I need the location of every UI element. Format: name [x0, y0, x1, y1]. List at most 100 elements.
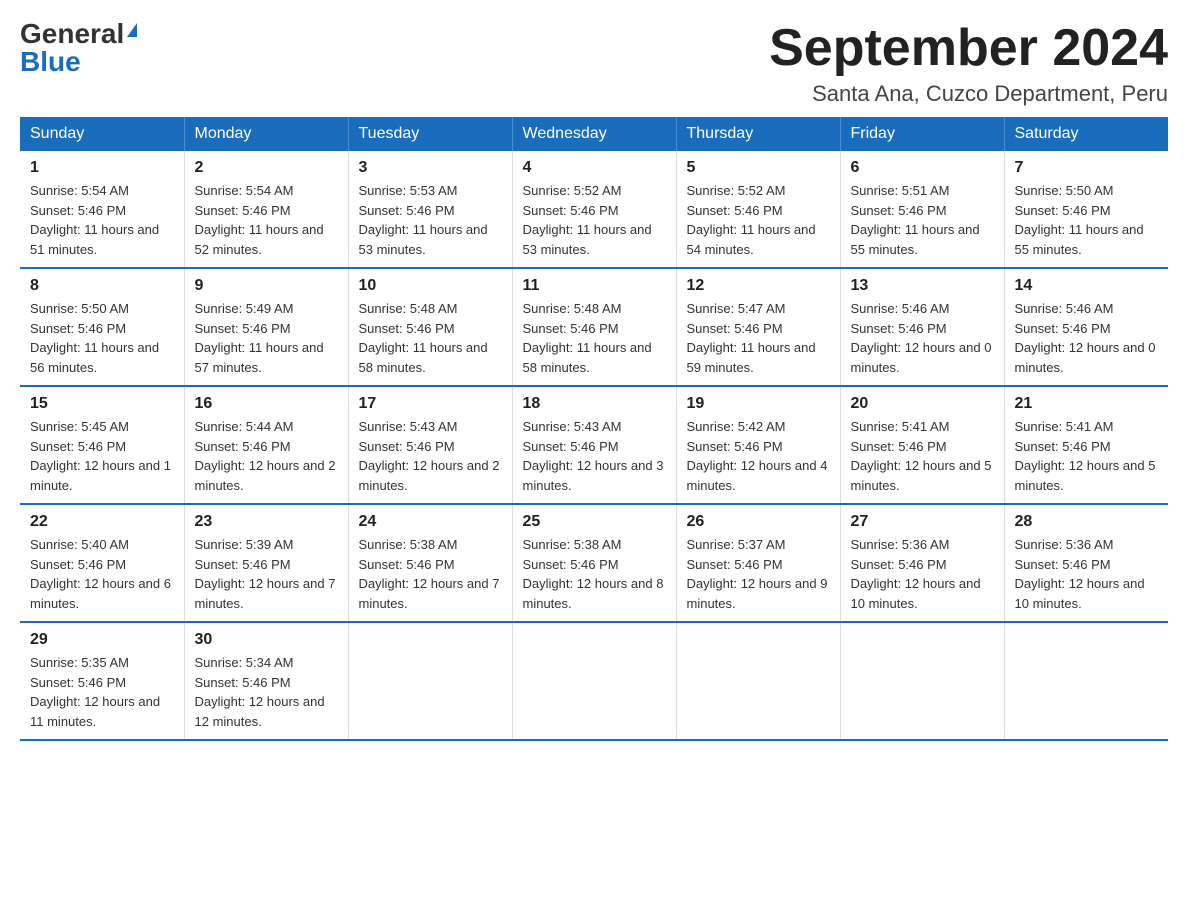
- day-info: Sunrise: 5:35 AMSunset: 5:46 PMDaylight:…: [30, 655, 160, 729]
- calendar-header-friday: Friday: [840, 117, 1004, 151]
- day-info: Sunrise: 5:47 AMSunset: 5:46 PMDaylight:…: [687, 301, 816, 375]
- day-info: Sunrise: 5:42 AMSunset: 5:46 PMDaylight:…: [687, 419, 828, 493]
- day-number: 8: [30, 277, 174, 295]
- day-number: 14: [1015, 277, 1159, 295]
- day-number: 10: [359, 277, 502, 295]
- day-number: 21: [1015, 395, 1159, 413]
- calendar-day-cell: 5 Sunrise: 5:52 AMSunset: 5:46 PMDayligh…: [676, 151, 840, 268]
- calendar-day-cell: [1004, 622, 1168, 740]
- day-info: Sunrise: 5:44 AMSunset: 5:46 PMDaylight:…: [195, 419, 336, 493]
- calendar-day-cell: 16 Sunrise: 5:44 AMSunset: 5:46 PMDaylig…: [184, 386, 348, 504]
- day-number: 28: [1015, 513, 1159, 531]
- day-info: Sunrise: 5:34 AMSunset: 5:46 PMDaylight:…: [195, 655, 325, 729]
- calendar-week-row: 15 Sunrise: 5:45 AMSunset: 5:46 PMDaylig…: [20, 386, 1168, 504]
- day-info: Sunrise: 5:38 AMSunset: 5:46 PMDaylight:…: [359, 537, 500, 611]
- day-info: Sunrise: 5:52 AMSunset: 5:46 PMDaylight:…: [523, 183, 652, 257]
- day-info: Sunrise: 5:46 AMSunset: 5:46 PMDaylight:…: [1015, 301, 1156, 375]
- day-info: Sunrise: 5:48 AMSunset: 5:46 PMDaylight:…: [523, 301, 652, 375]
- calendar-header-monday: Monday: [184, 117, 348, 151]
- calendar-header-wednesday: Wednesday: [512, 117, 676, 151]
- day-number: 6: [851, 159, 994, 177]
- calendar-day-cell: 25 Sunrise: 5:38 AMSunset: 5:46 PMDaylig…: [512, 504, 676, 622]
- day-info: Sunrise: 5:36 AMSunset: 5:46 PMDaylight:…: [851, 537, 981, 611]
- month-title: September 2024: [769, 20, 1168, 77]
- day-info: Sunrise: 5:41 AMSunset: 5:46 PMDaylight:…: [851, 419, 992, 493]
- calendar-day-cell: 11 Sunrise: 5:48 AMSunset: 5:46 PMDaylig…: [512, 268, 676, 386]
- day-number: 23: [195, 513, 338, 531]
- calendar-day-cell: 27 Sunrise: 5:36 AMSunset: 5:46 PMDaylig…: [840, 504, 1004, 622]
- day-info: Sunrise: 5:40 AMSunset: 5:46 PMDaylight:…: [30, 537, 171, 611]
- day-number: 15: [30, 395, 174, 413]
- day-info: Sunrise: 5:52 AMSunset: 5:46 PMDaylight:…: [687, 183, 816, 257]
- calendar-day-cell: 7 Sunrise: 5:50 AMSunset: 5:46 PMDayligh…: [1004, 151, 1168, 268]
- day-number: 13: [851, 277, 994, 295]
- calendar-day-cell: [676, 622, 840, 740]
- day-number: 4: [523, 159, 666, 177]
- day-number: 20: [851, 395, 994, 413]
- day-info: Sunrise: 5:54 AMSunset: 5:46 PMDaylight:…: [30, 183, 159, 257]
- day-number: 7: [1015, 159, 1159, 177]
- calendar-day-cell: 17 Sunrise: 5:43 AMSunset: 5:46 PMDaylig…: [348, 386, 512, 504]
- day-number: 29: [30, 631, 174, 649]
- day-number: 12: [687, 277, 830, 295]
- calendar-week-row: 29 Sunrise: 5:35 AMSunset: 5:46 PMDaylig…: [20, 622, 1168, 740]
- day-info: Sunrise: 5:50 AMSunset: 5:46 PMDaylight:…: [1015, 183, 1144, 257]
- day-number: 5: [687, 159, 830, 177]
- calendar-day-cell: 12 Sunrise: 5:47 AMSunset: 5:46 PMDaylig…: [676, 268, 840, 386]
- calendar-week-row: 22 Sunrise: 5:40 AMSunset: 5:46 PMDaylig…: [20, 504, 1168, 622]
- calendar-day-cell: 28 Sunrise: 5:36 AMSunset: 5:46 PMDaylig…: [1004, 504, 1168, 622]
- day-info: Sunrise: 5:50 AMSunset: 5:46 PMDaylight:…: [30, 301, 159, 375]
- calendar-table: SundayMondayTuesdayWednesdayThursdayFrid…: [20, 117, 1168, 741]
- calendar-day-cell: 19 Sunrise: 5:42 AMSunset: 5:46 PMDaylig…: [676, 386, 840, 504]
- calendar-day-cell: 18 Sunrise: 5:43 AMSunset: 5:46 PMDaylig…: [512, 386, 676, 504]
- calendar-day-cell: 9 Sunrise: 5:49 AMSunset: 5:46 PMDayligh…: [184, 268, 348, 386]
- day-info: Sunrise: 5:39 AMSunset: 5:46 PMDaylight:…: [195, 537, 336, 611]
- calendar-day-cell: 15 Sunrise: 5:45 AMSunset: 5:46 PMDaylig…: [20, 386, 184, 504]
- day-number: 19: [687, 395, 830, 413]
- day-info: Sunrise: 5:53 AMSunset: 5:46 PMDaylight:…: [359, 183, 488, 257]
- day-info: Sunrise: 5:37 AMSunset: 5:46 PMDaylight:…: [687, 537, 828, 611]
- day-info: Sunrise: 5:45 AMSunset: 5:46 PMDaylight:…: [30, 419, 171, 493]
- location-subtitle: Santa Ana, Cuzco Department, Peru: [769, 81, 1168, 107]
- calendar-header-sunday: Sunday: [20, 117, 184, 151]
- calendar-day-cell: 2 Sunrise: 5:54 AMSunset: 5:46 PMDayligh…: [184, 151, 348, 268]
- calendar-header-saturday: Saturday: [1004, 117, 1168, 151]
- logo: General Blue: [20, 20, 137, 76]
- calendar-header-thursday: Thursday: [676, 117, 840, 151]
- calendar-day-cell: [840, 622, 1004, 740]
- logo-triangle-icon: [127, 23, 137, 37]
- calendar-day-cell: 21 Sunrise: 5:41 AMSunset: 5:46 PMDaylig…: [1004, 386, 1168, 504]
- day-number: 24: [359, 513, 502, 531]
- day-number: 30: [195, 631, 338, 649]
- calendar-day-cell: 30 Sunrise: 5:34 AMSunset: 5:46 PMDaylig…: [184, 622, 348, 740]
- calendar-day-cell: 10 Sunrise: 5:48 AMSunset: 5:46 PMDaylig…: [348, 268, 512, 386]
- calendar-week-row: 1 Sunrise: 5:54 AMSunset: 5:46 PMDayligh…: [20, 151, 1168, 268]
- calendar-day-cell: 4 Sunrise: 5:52 AMSunset: 5:46 PMDayligh…: [512, 151, 676, 268]
- day-number: 9: [195, 277, 338, 295]
- calendar-header-tuesday: Tuesday: [348, 117, 512, 151]
- logo-general-text: General: [20, 20, 124, 48]
- day-number: 25: [523, 513, 666, 531]
- logo-blue-text: Blue: [20, 48, 81, 76]
- day-info: Sunrise: 5:49 AMSunset: 5:46 PMDaylight:…: [195, 301, 324, 375]
- day-number: 2: [195, 159, 338, 177]
- day-info: Sunrise: 5:43 AMSunset: 5:46 PMDaylight:…: [523, 419, 664, 493]
- calendar-day-cell: 24 Sunrise: 5:38 AMSunset: 5:46 PMDaylig…: [348, 504, 512, 622]
- calendar-day-cell: [348, 622, 512, 740]
- calendar-day-cell: 1 Sunrise: 5:54 AMSunset: 5:46 PMDayligh…: [20, 151, 184, 268]
- calendar-day-cell: 20 Sunrise: 5:41 AMSunset: 5:46 PMDaylig…: [840, 386, 1004, 504]
- calendar-day-cell: 26 Sunrise: 5:37 AMSunset: 5:46 PMDaylig…: [676, 504, 840, 622]
- day-info: Sunrise: 5:41 AMSunset: 5:46 PMDaylight:…: [1015, 419, 1156, 493]
- day-number: 18: [523, 395, 666, 413]
- day-info: Sunrise: 5:43 AMSunset: 5:46 PMDaylight:…: [359, 419, 500, 493]
- day-number: 27: [851, 513, 994, 531]
- calendar-day-cell: 6 Sunrise: 5:51 AMSunset: 5:46 PMDayligh…: [840, 151, 1004, 268]
- calendar-day-cell: 22 Sunrise: 5:40 AMSunset: 5:46 PMDaylig…: [20, 504, 184, 622]
- day-number: 26: [687, 513, 830, 531]
- calendar-day-cell: 13 Sunrise: 5:46 AMSunset: 5:46 PMDaylig…: [840, 268, 1004, 386]
- day-number: 1: [30, 159, 174, 177]
- calendar-day-cell: [512, 622, 676, 740]
- day-info: Sunrise: 5:38 AMSunset: 5:46 PMDaylight:…: [523, 537, 664, 611]
- day-number: 22: [30, 513, 174, 531]
- calendar-header-row: SundayMondayTuesdayWednesdayThursdayFrid…: [20, 117, 1168, 151]
